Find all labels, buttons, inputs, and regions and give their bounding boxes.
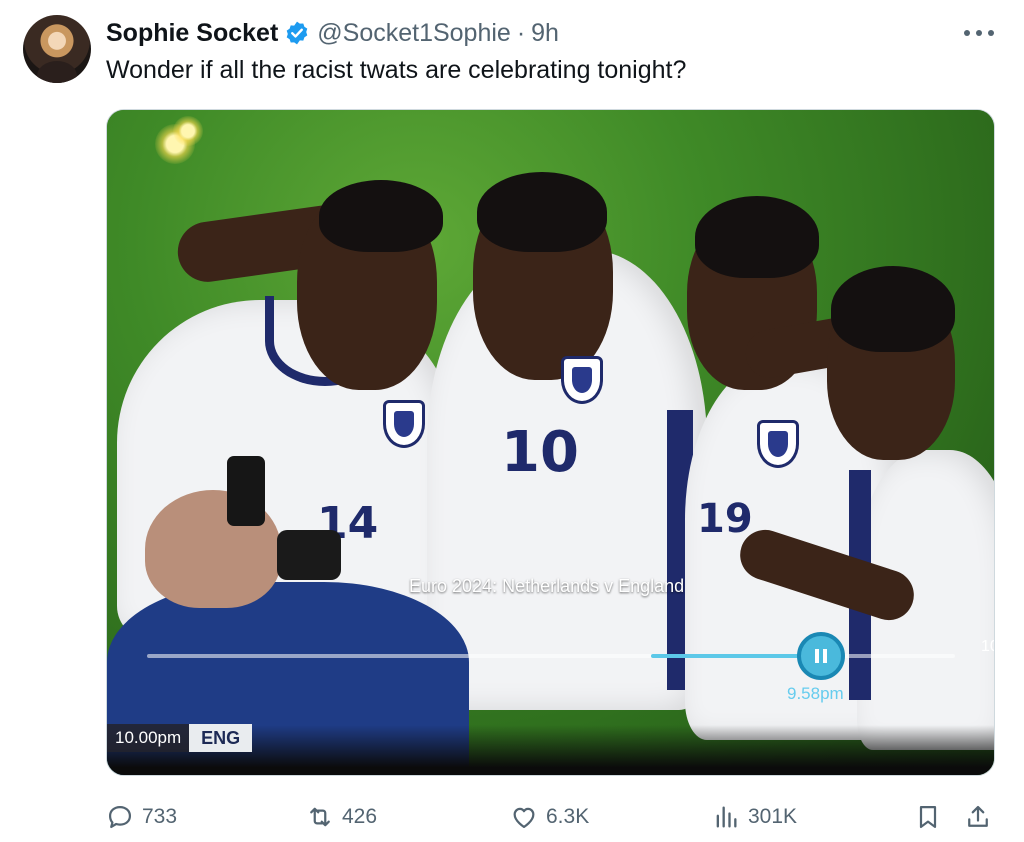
shirt-number: 19: [697, 496, 753, 542]
repost-icon: [310, 807, 330, 827]
author-handle[interactable]: @Socket1Sophie: [317, 19, 511, 48]
video-edge-number: 10: [981, 638, 994, 655]
repost-count: 426: [342, 805, 378, 828]
tweet-actions: 733 426 6.3K 301K: [106, 800, 996, 834]
avatar-shoulders: [37, 61, 77, 83]
video-title: Euro 2024: Netherlands v England: [409, 576, 685, 596]
header-separator: ·: [516, 18, 526, 47]
more-icon[interactable]: [962, 20, 996, 46]
scorebug-team: ENG: [189, 724, 253, 752]
like-count: 6.3K: [546, 805, 590, 828]
repost-button[interactable]: 426: [306, 800, 377, 834]
share-icon: [968, 805, 988, 827]
tweet-media-photo[interactable]: 14 10 19 Euro 2024: Netherlands v Englan…: [106, 109, 995, 776]
player-crest: [383, 400, 425, 448]
pause-button[interactable]: [797, 632, 845, 680]
verified-badge-icon: [286, 21, 308, 45]
tv-scorebug: 10.00pm ENG: [107, 724, 253, 752]
more-dot: [976, 30, 982, 36]
reply-button[interactable]: 733: [106, 800, 177, 834]
player-crest: [757, 420, 799, 468]
tweet-text: Wonder if all the racist twats are celeb…: [106, 56, 687, 84]
author-name[interactable]: Sophie Socket: [106, 19, 278, 48]
more-dot: [988, 30, 994, 36]
player-hair: [831, 266, 955, 352]
reply-icon: [108, 805, 132, 829]
views-button[interactable]: 301K: [712, 800, 797, 834]
player-hair: [477, 172, 607, 252]
video-current-time: 9.58pm: [787, 684, 844, 703]
views-count: 301K: [748, 805, 798, 828]
player-right: [733, 110, 994, 775]
pause-bar: [823, 649, 827, 663]
more-dot: [964, 30, 970, 36]
bookmark-icon: [919, 805, 937, 829]
camera: [277, 530, 341, 580]
phone: [227, 456, 265, 526]
player-hair: [695, 196, 819, 278]
video-progress-fill: [651, 654, 821, 658]
views-icon: [716, 806, 737, 828]
like-icon: [513, 807, 535, 829]
scorebug-time: 10.00pm: [107, 724, 190, 752]
author-avatar[interactable]: [23, 15, 91, 83]
post-time[interactable]: 9h: [531, 19, 559, 48]
player-crest: [561, 356, 603, 404]
bookmark-button[interactable]: [914, 800, 942, 834]
player-hair: [319, 180, 443, 252]
reply-count: 733: [142, 805, 178, 828]
shirt-number: 10: [501, 420, 579, 485]
like-button[interactable]: 6.3K: [510, 800, 589, 834]
pause-bar: [815, 649, 819, 663]
share-button[interactable]: [964, 800, 992, 834]
tweet-header: Sophie Socket @Socket1Sophie · 9h: [106, 18, 559, 48]
